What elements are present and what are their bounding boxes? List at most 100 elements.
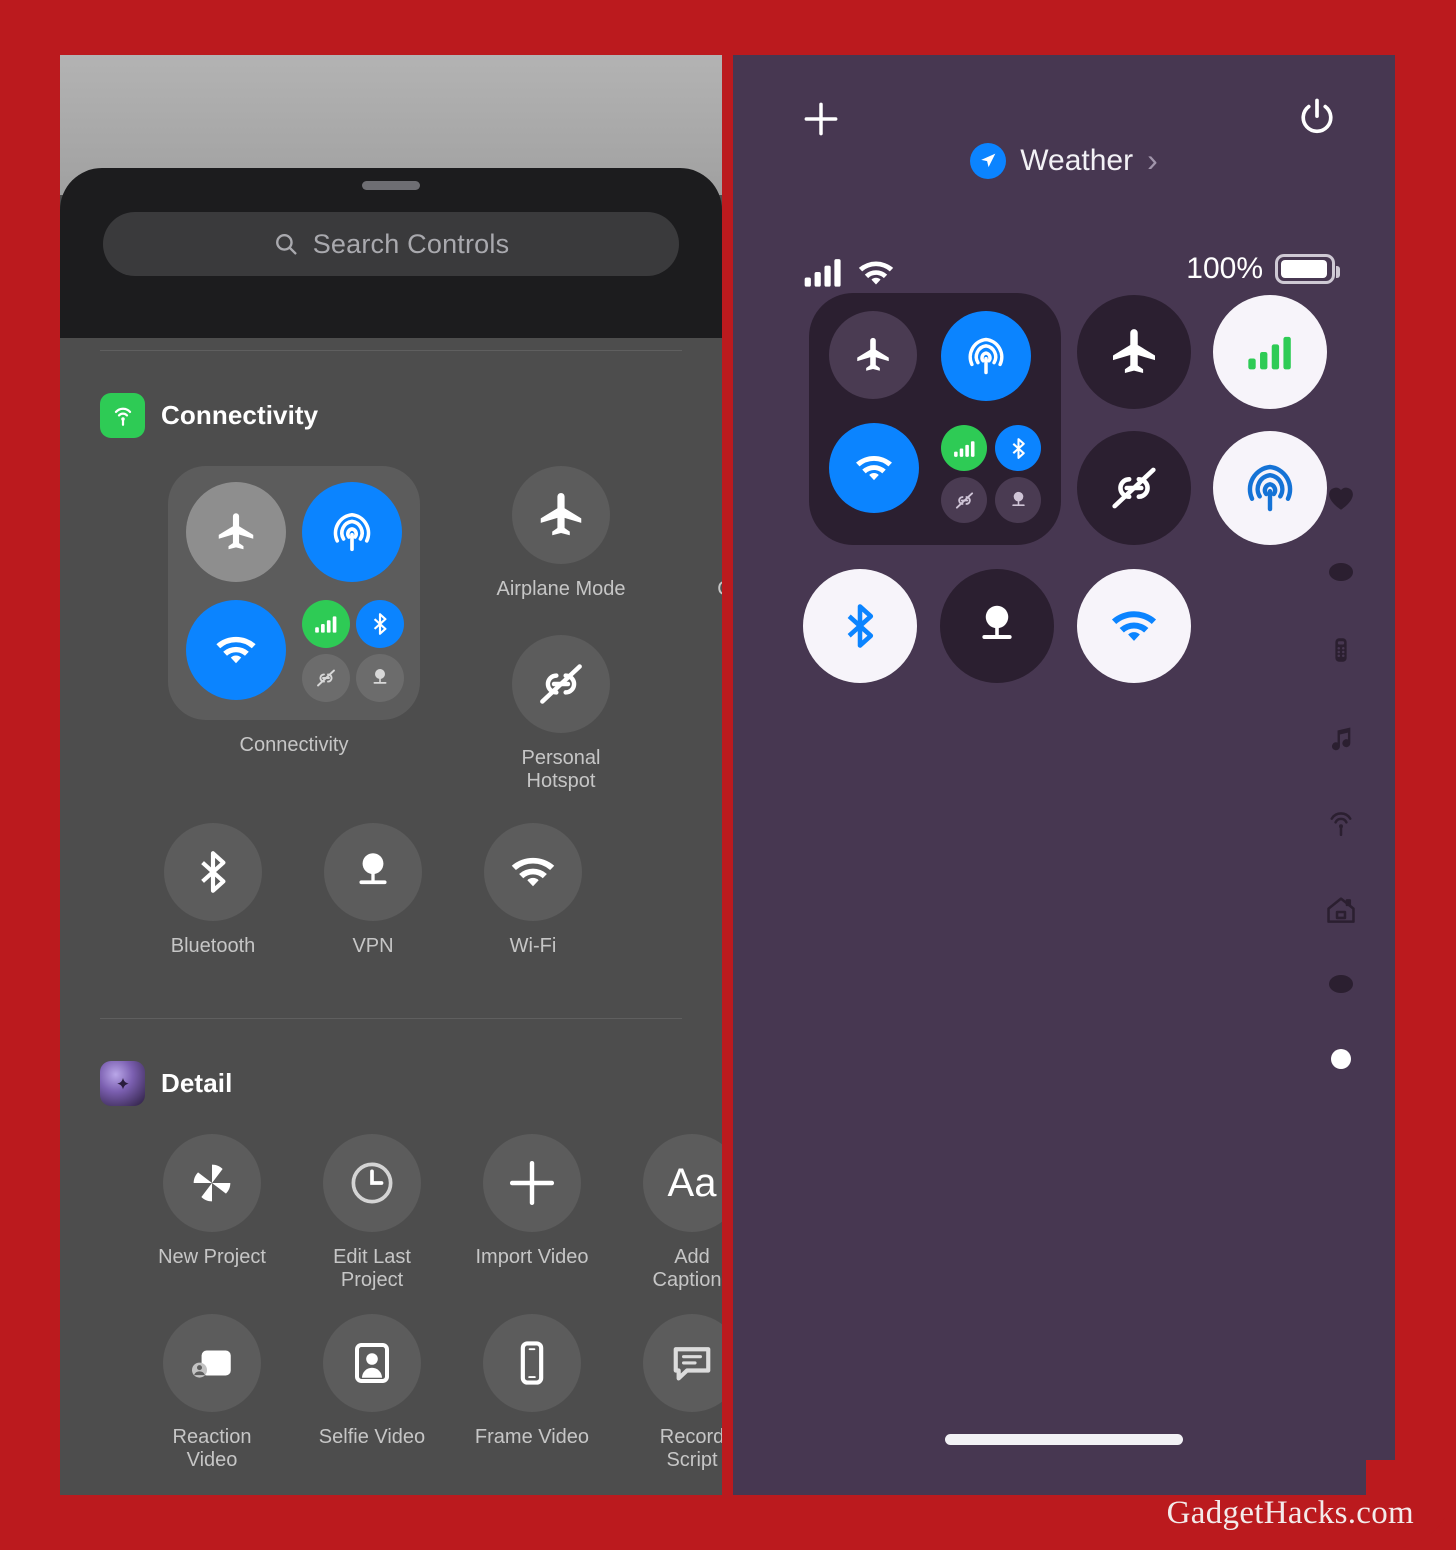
- cellular-bars-icon: [801, 250, 845, 299]
- wifi-icon[interactable]: [829, 423, 919, 513]
- location-arrow-icon: [970, 142, 1007, 179]
- control-label: Frame Video: [474, 1426, 590, 1448]
- bluetooth-icon[interactable]: [164, 823, 262, 921]
- control-vpn[interactable]: VPN: [324, 823, 422, 958]
- cellular-bars-icon[interactable]: [302, 600, 350, 648]
- connectivity-bottom-row: Bluetooth VPN Wi-Fi: [60, 793, 722, 958]
- hotspot-off-icon[interactable]: [941, 477, 987, 523]
- control-record-script[interactable]: Record Script: [632, 1314, 722, 1472]
- text-aa-icon[interactable]: Aa: [643, 1134, 722, 1232]
- hotspot-off-icon[interactable]: [512, 635, 610, 733]
- cellular-data-toggle[interactable]: [1213, 295, 1327, 409]
- detail-controls-row-2: Reaction Video Selfie Video Frame Video: [60, 1292, 722, 1472]
- section-title: Detail: [161, 1068, 233, 1098]
- search-placeholder: Search Controls: [312, 228, 510, 259]
- vpn-toggle[interactable]: [940, 569, 1054, 683]
- control-label: Cellular Data: [717, 578, 722, 601]
- page-music[interactable]: [1325, 723, 1357, 760]
- control-label: Selfie Video: [318, 1426, 426, 1448]
- page-favorites[interactable]: [1324, 480, 1358, 519]
- vpn-globe-icon[interactable]: [324, 823, 422, 921]
- airdrop-icon[interactable]: [302, 482, 402, 582]
- detail-app-icon: [100, 1061, 145, 1106]
- home-indicator[interactable]: [945, 1434, 1183, 1445]
- wifi-icon: [855, 252, 897, 299]
- bluetooth-icon[interactable]: [995, 425, 1041, 471]
- page-indicator-rail[interactable]: [1311, 55, 1371, 1495]
- control-bluetooth[interactable]: Bluetooth: [164, 823, 262, 958]
- bluetooth-toggle[interactable]: [803, 569, 917, 683]
- control-label: Record Script: [659, 1426, 722, 1471]
- page-dot-3[interactable]: [1331, 1049, 1351, 1069]
- focus-mode-label: Weather: [1020, 143, 1134, 177]
- airplane-mode-toggle[interactable]: [1077, 295, 1191, 409]
- vpn-globe-icon[interactable]: [356, 654, 404, 702]
- airplane-icon[interactable]: [186, 482, 286, 582]
- left-phone-controls-gallery: Search Controls Connectivity Connectivit…: [60, 55, 722, 1495]
- control-frame-video[interactable]: Frame Video: [472, 1314, 592, 1472]
- status-left: [801, 250, 897, 299]
- connectivity-group-icon[interactable]: [168, 466, 420, 720]
- control-wifi[interactable]: Wi-Fi: [484, 823, 582, 958]
- control-edit-last-project[interactable]: Edit Last Project: [312, 1134, 432, 1292]
- control-new-project[interactable]: New Project: [152, 1134, 272, 1292]
- airdrop-toggle[interactable]: [1213, 431, 1327, 545]
- wifi-icon[interactable]: [186, 600, 286, 700]
- teleprompter-icon[interactable]: [643, 1314, 722, 1412]
- bluetooth-icon[interactable]: [356, 600, 404, 648]
- connectivity-card[interactable]: [809, 293, 1061, 545]
- detail-controls-row-1: New Project Edit Last Project Import Vid…: [60, 1106, 722, 1292]
- page-home[interactable]: [1324, 893, 1358, 932]
- hotspot-off-icon[interactable]: [302, 654, 350, 702]
- control-label: Reaction Video: [172, 1426, 252, 1471]
- page-remote[interactable]: [1326, 635, 1356, 670]
- control-airdrop[interactable]: AirDrop: [702, 635, 722, 793]
- controls-scroll-area[interactable]: Connectivity Connectivity Airplane Mode …: [60, 338, 722, 1495]
- control-import-video[interactable]: Import Video: [472, 1134, 592, 1292]
- shutter-icon[interactable]: [163, 1134, 261, 1232]
- clock-icon[interactable]: [323, 1134, 421, 1232]
- control-add-captions[interactable]: Aa Add Captions: [632, 1134, 722, 1292]
- cellular-bars-icon[interactable]: [941, 425, 987, 471]
- focus-mode-weather[interactable]: Weather ›: [733, 142, 1395, 179]
- reaction-video-icon[interactable]: [163, 1314, 261, 1412]
- search-input[interactable]: Search Controls: [103, 212, 679, 276]
- connectivity-controls-row: Connectivity Airplane Mode Cellular Data: [60, 438, 722, 793]
- selfie-portrait-icon[interactable]: [323, 1314, 421, 1412]
- plus-icon[interactable]: [483, 1134, 581, 1232]
- control-label: Wi-Fi: [509, 935, 557, 957]
- search-icon: [273, 231, 299, 257]
- wifi-toggle[interactable]: [1077, 569, 1191, 683]
- personal-hotspot-toggle[interactable]: [1077, 431, 1191, 545]
- airdrop-icon[interactable]: [941, 311, 1031, 401]
- right-phone-control-center: Weather › 100%: [733, 55, 1395, 1495]
- control-cellular-data[interactable]: Cellular Data: [702, 466, 722, 601]
- page-dot-2[interactable]: [1329, 975, 1353, 993]
- airplane-icon[interactable]: [512, 466, 610, 564]
- page-dot-1[interactable]: [1329, 563, 1353, 581]
- control-airplane-mode[interactable]: Airplane Mode: [488, 466, 634, 601]
- control-label: VPN: [352, 935, 394, 957]
- control-label: Personal Hotspot: [521, 747, 601, 792]
- battery-percent: 100%: [1186, 252, 1263, 285]
- section-header-detail: Detail: [60, 1019, 722, 1106]
- vpn-globe-icon[interactable]: [995, 477, 1041, 523]
- airplane-icon[interactable]: [829, 311, 917, 399]
- wifi-icon[interactable]: [484, 823, 582, 921]
- phone-frame-icon[interactable]: [483, 1314, 581, 1412]
- watermark: GadgetHacks.com: [1166, 1495, 1414, 1531]
- control-personal-hotspot[interactable]: Personal Hotspot: [488, 635, 634, 793]
- page-connectivity[interactable]: [1324, 807, 1358, 846]
- control-label: New Project: [158, 1246, 266, 1268]
- control-label: Edit Last Project: [333, 1246, 411, 1291]
- sheet-grabber[interactable]: [362, 181, 420, 190]
- control-reaction-video[interactable]: Reaction Video: [152, 1314, 272, 1472]
- control-label: Import Video: [475, 1246, 589, 1268]
- control-selfie-video[interactable]: Selfie Video: [312, 1314, 432, 1472]
- section-title: Connectivity: [161, 400, 319, 430]
- chevron-right-icon[interactable]: ›: [1147, 142, 1158, 179]
- control-connectivity-group[interactable]: Connectivity: [168, 466, 420, 793]
- control-label: Add Captions: [652, 1246, 722, 1291]
- connectivity-icon: [100, 393, 145, 438]
- add-control-button[interactable]: [799, 97, 843, 141]
